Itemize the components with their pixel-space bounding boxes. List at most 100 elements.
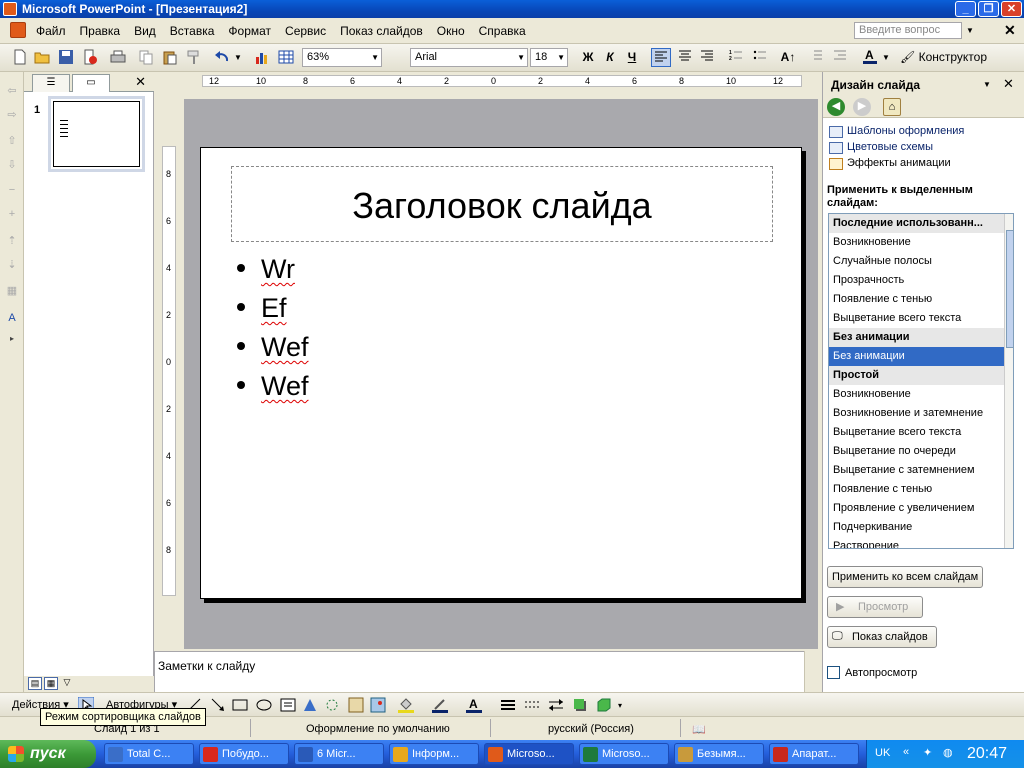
animation-item[interactable]: Выцветание всего текста: [829, 309, 1013, 328]
title-placeholder[interactable]: Заголовок слайда: [231, 166, 773, 242]
animation-item[interactable]: Выцветание всего текста: [829, 423, 1013, 442]
align-right-button[interactable]: [697, 48, 717, 67]
tray-app-icon[interactable]: ✦: [923, 746, 932, 759]
spelling-icon[interactable]: 📖: [692, 723, 706, 736]
help-search-input[interactable]: Введите вопрос: [854, 22, 962, 39]
font-select[interactable]: Arial ▼: [410, 48, 528, 67]
minimize-button[interactable]: _: [955, 1, 976, 17]
animation-item[interactable]: Возникновение: [829, 385, 1013, 404]
animation-list[interactable]: Последние использованн... Возникновение Сл…: [828, 213, 1014, 549]
back-icon[interactable]: ◀: [827, 98, 845, 116]
network-icon[interactable]: ◍: [943, 746, 953, 759]
taskbar-button[interactable]: Інформ...: [389, 743, 479, 765]
task-pane-close-icon[interactable]: ✕: [1003, 76, 1014, 92]
insert-chart-icon[interactable]: [254, 49, 270, 65]
slide-thumbnail[interactable]: [48, 96, 145, 172]
scrollbar-thumb[interactable]: [1006, 230, 1013, 348]
clipart-icon[interactable]: [348, 697, 364, 713]
arrow-icon[interactable]: [210, 697, 226, 713]
animation-item[interactable]: Выцветание с затемнением: [829, 461, 1013, 480]
autopreview-checkbox[interactable]: [827, 666, 840, 679]
menu-item[interactable]: Формат: [228, 24, 271, 38]
line-color-icon[interactable]: [432, 697, 448, 713]
collapse-icon[interactable]: −: [5, 184, 19, 198]
slide-title[interactable]: Заголовок слайда: [232, 185, 772, 227]
new-document-icon[interactable]: [12, 49, 28, 65]
menu-item[interactable]: Правка: [80, 24, 121, 38]
animation-item[interactable]: Проявление с увеличением: [829, 499, 1013, 518]
font-color-icon[interactable]: A: [860, 48, 880, 67]
summary-slide-icon[interactable]: ▦: [5, 284, 19, 298]
numbering-icon[interactable]: 12: [726, 48, 746, 67]
restore-button[interactable]: ❐: [978, 1, 999, 17]
menu-item[interactable]: Вид: [134, 24, 156, 38]
taskbar-button[interactable]: 6 Micr...: [294, 743, 384, 765]
expand-icon[interactable]: +: [5, 208, 19, 222]
shadow-style-icon[interactable]: [572, 697, 588, 713]
document-icon[interactable]: [10, 22, 26, 38]
dash-style-icon[interactable]: [524, 697, 540, 713]
increase-indent-icon[interactable]: [830, 48, 850, 67]
document-close-button[interactable]: ✕: [1004, 22, 1016, 39]
apply-to-all-button[interactable]: Применить ко всем слайдам: [827, 566, 983, 588]
picture-icon[interactable]: [370, 697, 386, 713]
animation-schemes-link[interactable]: Эффекты анимации: [847, 157, 951, 169]
menu-item[interactable]: Файл: [36, 24, 66, 38]
notes-scrollbar[interactable]: [804, 651, 820, 692]
menu-item[interactable]: Сервис: [285, 24, 326, 38]
3d-style-icon[interactable]: [596, 697, 612, 713]
insert-table-icon[interactable]: [278, 49, 294, 65]
format-painter-icon[interactable]: [186, 49, 202, 65]
fill-color-icon[interactable]: [398, 697, 414, 713]
preview-button[interactable]: ▶ Просмотр: [827, 596, 923, 618]
line-style-icon[interactable]: [500, 697, 516, 713]
language-indicator[interactable]: UK: [875, 747, 890, 759]
menu-item[interactable]: Справка: [479, 24, 526, 38]
align-center-button[interactable]: [675, 48, 695, 67]
bullet-text[interactable]: Wef: [261, 332, 309, 363]
normal-view-icon[interactable]: ▤: [28, 677, 42, 690]
pane-close-icon[interactable]: ✕: [135, 74, 146, 90]
menu-item[interactable]: Показ слайдов: [340, 24, 423, 38]
increase-font-icon[interactable]: A↑: [778, 48, 798, 67]
animation-item[interactable]: Растворение: [829, 537, 1013, 548]
bullet-text[interactable]: Ef: [261, 293, 287, 324]
animation-item[interactable]: Подчеркивание: [829, 518, 1013, 537]
taskbar-button[interactable]: Апарат...: [769, 743, 859, 765]
slideshow-button[interactable]: 🖵 Показ слайдов: [827, 626, 937, 648]
underline-button[interactable]: Ч: [622, 48, 642, 67]
demote-icon[interactable]: ⇨: [5, 108, 19, 122]
color-schemes-link[interactable]: Цветовые схемы: [847, 141, 933, 153]
slide-sorter-view-icon[interactable]: ▦: [44, 677, 58, 690]
textbox-icon[interactable]: [280, 697, 296, 713]
menu-item[interactable]: Окно: [437, 24, 465, 38]
font-color-dropdown-icon[interactable]: ▼: [882, 53, 890, 71]
copy-icon[interactable]: [138, 49, 154, 65]
rectangle-icon[interactable]: [232, 697, 248, 713]
arrow-style-icon[interactable]: [548, 697, 564, 713]
animation-item[interactable]: Случайные полосы: [829, 252, 1013, 271]
toolbar-options-icon[interactable]: ▸: [5, 334, 19, 348]
font-size-select[interactable]: 18 ▼: [530, 48, 568, 67]
zoom-select[interactable]: 63% ▼: [302, 48, 382, 67]
forward-icon[interactable]: ▶: [853, 98, 871, 116]
start-button[interactable]: пуск: [0, 740, 96, 768]
oval-icon[interactable]: [256, 697, 272, 713]
taskbar-button[interactable]: Microso...: [484, 743, 574, 765]
taskbar-button[interactable]: Безымя...: [674, 743, 764, 765]
expand-all-icon[interactable]: ⇣: [5, 258, 19, 272]
animation-list-scrollbar[interactable]: [1004, 214, 1013, 548]
task-pane-dropdown-icon[interactable]: ▼: [983, 80, 991, 89]
undo-icon[interactable]: [214, 49, 230, 65]
animation-item[interactable]: Прозрачность: [829, 271, 1013, 290]
home-icon[interactable]: ⌂: [883, 98, 901, 116]
decrease-indent-icon[interactable]: [806, 48, 826, 67]
animation-item[interactable]: Возникновение и затемнение: [829, 404, 1013, 423]
align-left-button[interactable]: [651, 48, 671, 67]
save-icon[interactable]: [58, 49, 74, 65]
taskbar-button[interactable]: Microso...: [579, 743, 669, 765]
animation-item[interactable]: Возникновение: [829, 233, 1013, 252]
move-up-icon[interactable]: ⇧: [5, 134, 19, 148]
animation-item[interactable]: Без анимации: [829, 347, 1013, 366]
bullets-icon[interactable]: [750, 48, 770, 67]
